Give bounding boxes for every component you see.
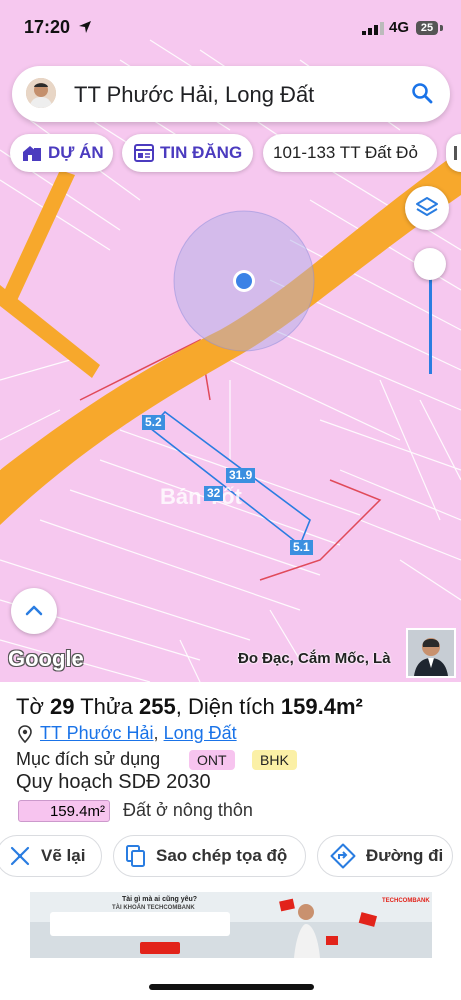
area-label: Diện tích: [187, 694, 275, 719]
chevron-up-icon: [25, 605, 43, 616]
chip-address-label: 101-133 TT Đất Đỏ: [273, 143, 418, 162]
ad-brand: TECHCOMBANK: [382, 898, 430, 904]
location-arrow-icon: [79, 21, 91, 33]
battery-icon: 25: [416, 21, 438, 35]
area-value: 159.4m²: [280, 694, 363, 719]
ad-headline: Tài gì mà ai cũng yêu?: [122, 896, 198, 903]
avatar[interactable]: [26, 78, 56, 108]
watermark: Bán Tốt: [160, 484, 242, 509]
agent-thumbnail[interactable]: [406, 628, 456, 678]
ad-banner[interactable]: Tài gì mà ai cũng yêu? TÀI KHOẢN TECHCOM…: [30, 892, 432, 958]
building-icon: [23, 146, 41, 161]
map-attribution: Đo Đạc, Cắm Mốc, Là: [238, 650, 391, 667]
dimension-label-right: 5.1: [290, 540, 313, 555]
battery-tip: [440, 25, 443, 31]
listing-icon: [134, 144, 154, 162]
redraw-icon: [10, 846, 30, 866]
copy-icon: [126, 845, 145, 867]
copy-coords-label: Sao chép tọa độ: [156, 846, 288, 865]
chip-tin-dang-label: TIN ĐĂNG: [160, 143, 243, 162]
plot-number: 255: [138, 694, 176, 719]
redraw-button[interactable]: Vẽ lại: [0, 835, 102, 877]
title-comma: ,: [175, 694, 182, 719]
directions-button[interactable]: Đường đi: [317, 835, 453, 877]
purpose-badge-ont: ONT: [189, 750, 235, 770]
chip-more[interactable]: [446, 134, 461, 172]
purpose-badge-bhk: BHK: [252, 750, 297, 770]
ad-subtitle: TÀI KHOẢN TECHCOMBANK: [112, 905, 195, 911]
chip-address[interactable]: 101-133 TT Đất Đỏ: [263, 134, 437, 172]
status-time: 17:20: [24, 17, 71, 37]
layers-icon: [416, 197, 438, 216]
purpose-label: Mục đích sử dụng: [16, 749, 161, 769]
expand-button[interactable]: [11, 588, 57, 634]
directions-icon: [330, 843, 356, 869]
chip-du-an[interactable]: DỰ ÁN: [10, 134, 113, 172]
bookmark-icon: [454, 146, 457, 160]
map-pin-icon: [18, 724, 32, 743]
planning-area-swatch: 159.4m²: [18, 800, 110, 822]
person-photo-icon: [408, 630, 454, 676]
google-logo: Google: [8, 646, 84, 671]
search-bar[interactable]: TT Phước Hải, Long Đất: [12, 66, 450, 122]
sheet-number: 29: [50, 694, 75, 719]
opacity-slider-knob[interactable]: [414, 248, 446, 280]
parcel-title: Tờ 29 Thửa 255, Diện tích 159.4m²: [16, 694, 363, 720]
signal-icon: [362, 22, 384, 35]
plot-label: Thửa: [80, 694, 133, 719]
home-indicator[interactable]: [149, 984, 314, 990]
network-type: 4G: [389, 19, 410, 36]
parcel-info-panel: Tờ 29 Thửa 255, Diện tích 159.4m² TT Phư…: [0, 682, 461, 1000]
location-separator: ,: [153, 723, 164, 743]
opacity-slider-track[interactable]: [429, 270, 432, 374]
ad-banner-artwork: [30, 892, 432, 958]
chip-tin-dang[interactable]: TIN ĐĂNG: [122, 134, 253, 172]
search-query[interactable]: TT Phước Hải, Long Đất: [74, 82, 314, 108]
ward-link[interactable]: TT Phước Hải: [40, 723, 154, 744]
chip-du-an-label: DỰ ÁN: [48, 143, 104, 162]
sheet-label: Tờ: [16, 694, 44, 719]
layers-button[interactable]: [405, 186, 449, 230]
dimension-label-top: 5.2: [142, 415, 165, 430]
redraw-label: Vẽ lại: [41, 846, 86, 865]
dimension-label-long: 31.9: [226, 468, 256, 483]
district-link[interactable]: Long Đất: [164, 723, 237, 744]
planning-area-desc: Đất ở nông thôn: [123, 800, 253, 820]
parcel-location: TT Phước Hải , Long Đất: [18, 723, 237, 744]
copy-coords-button[interactable]: Sao chép tọa độ: [113, 835, 306, 877]
dimension-label-inner: 32: [204, 486, 224, 501]
user-avatar-icon: [26, 78, 56, 108]
directions-label: Đường đi: [366, 846, 444, 865]
planning-label: Quy hoạch SDĐ 2030: [16, 771, 211, 793]
status-bar: 17:20 4G 25: [0, 0, 461, 56]
search-icon[interactable]: [410, 81, 434, 105]
